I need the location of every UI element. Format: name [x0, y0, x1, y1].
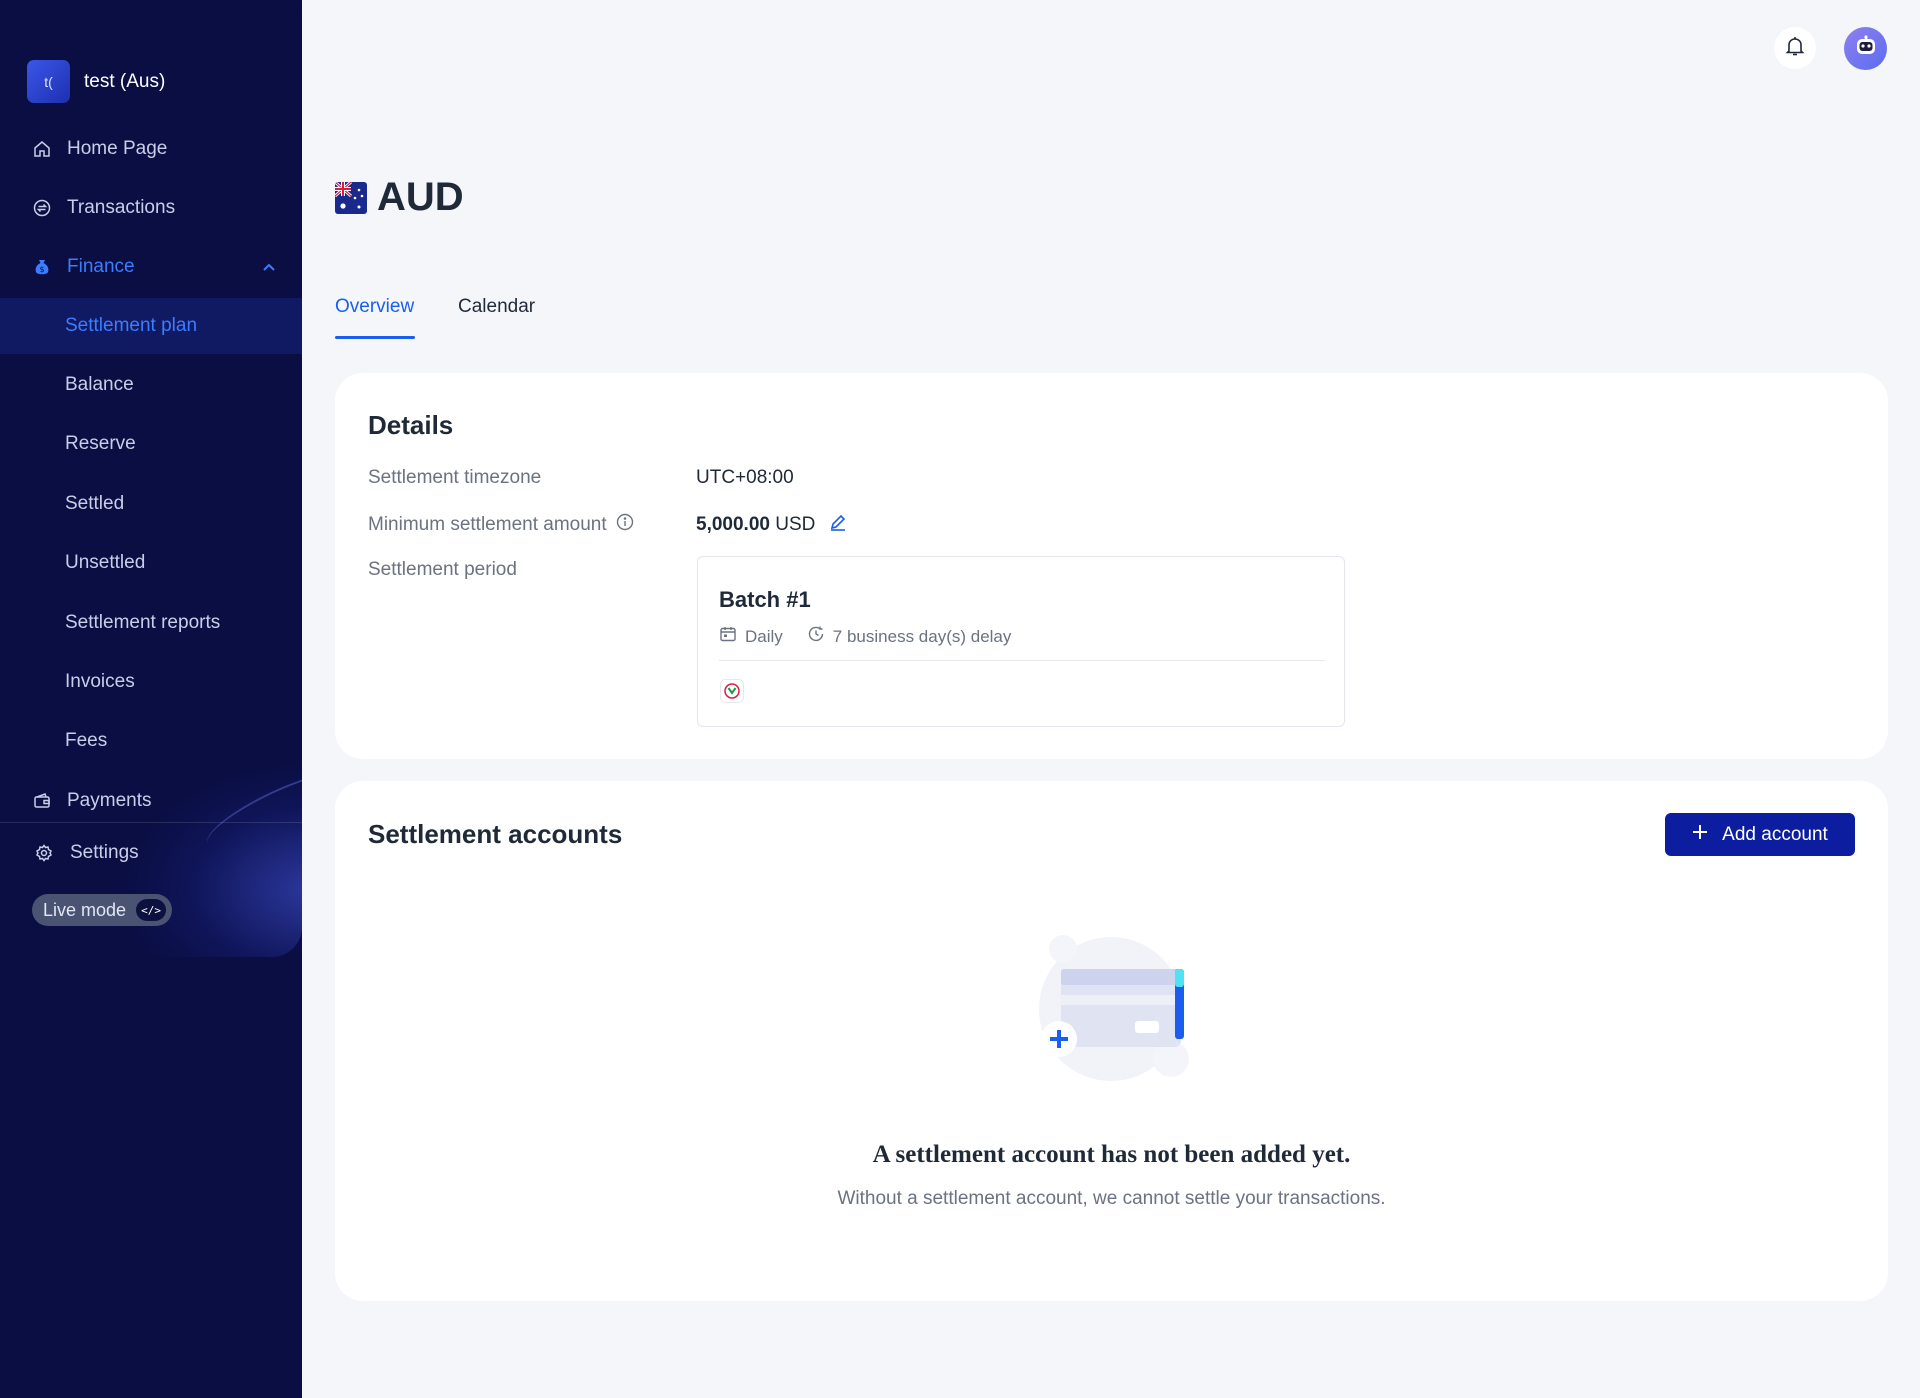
- batch-divider: [719, 660, 1325, 661]
- tab-calendar[interactable]: Calendar: [458, 296, 535, 318]
- sidebar-item-label: Balance: [65, 374, 134, 395]
- sidebar: t( test (Aus) Home Page Transactions $ F…: [0, 0, 302, 1398]
- australia-flag-icon: [335, 181, 367, 214]
- sidebar-item-settlement-plan[interactable]: Settlement plan: [0, 298, 302, 354]
- sidebar-item-settled[interactable]: Settled: [0, 476, 302, 532]
- min-amount-value: 5,000.00: [696, 514, 770, 536]
- clock-delay-icon: [807, 625, 825, 648]
- workspace-name: test (Aus): [84, 70, 166, 92]
- sidebar-item-label: Settlement plan: [65, 315, 198, 336]
- sidebar-item-payments[interactable]: Payments: [0, 773, 302, 829]
- currency-title: AUD: [377, 175, 464, 219]
- sidebar-item-label: Payments: [67, 790, 152, 811]
- details-card: Details Settlement timezone UTC+08:00 Mi…: [335, 373, 1888, 759]
- empty-state-title: A settlement account has not been added …: [872, 1141, 1351, 1168]
- sidebar-item-fees[interactable]: Fees: [0, 713, 302, 769]
- batch-meta: Daily 7 business day(s) delay: [719, 625, 1011, 648]
- min-amount-currency: USD: [775, 514, 816, 536]
- svg-text:$: $: [39, 265, 44, 274]
- settlement-accounts-card: Settlement accounts Add account A settle…: [335, 781, 1888, 1301]
- settlement-accounts-title: Settlement accounts: [368, 819, 623, 849]
- sidebar-item-settings[interactable]: Settings: [0, 825, 302, 881]
- empty-state-description: Without a settlement account, we cannot …: [837, 1188, 1386, 1209]
- code-icon: </>: [136, 899, 167, 921]
- batch-title: Batch #1: [719, 587, 811, 612]
- sidebar-item-balance[interactable]: Balance: [0, 357, 302, 413]
- transactions-icon: [32, 198, 52, 218]
- sidebar-item-label: Fees: [65, 730, 108, 751]
- sidebar-item-settlement-reports[interactable]: Settlement reports: [0, 595, 302, 651]
- sidebar-item-label: Invoices: [65, 671, 135, 692]
- empty-card-illustration: [1031, 929, 1201, 1089]
- sidebar-item-label: Reserve: [65, 433, 136, 454]
- tab-overview[interactable]: Overview: [335, 296, 414, 318]
- robot-avatar-icon: [1852, 32, 1880, 65]
- sidebar-item-label: Home Page: [67, 138, 168, 159]
- sidebar-item-label: Settled: [65, 493, 125, 514]
- edit-pencil-icon[interactable]: [829, 513, 847, 537]
- money-bag-icon: $: [32, 257, 52, 277]
- sidebar-panel: t( test (Aus) Home Page Transactions $ F…: [0, 0, 302, 957]
- sidebar-item-label: Finance: [67, 256, 135, 277]
- batch-card: Batch #1 Daily 7 business day(s) delay: [697, 556, 1345, 727]
- sidebar-item-label: Settlement reports: [65, 612, 221, 633]
- live-mode-toggle[interactable]: Live mode </>: [32, 894, 173, 926]
- sidebar-item-home[interactable]: Home Page: [0, 121, 302, 177]
- notifications-button[interactable]: [1774, 27, 1816, 69]
- workspace-logo: t(: [27, 60, 70, 103]
- period-label: Settlement period: [368, 559, 517, 580]
- sidebar-divider: [0, 822, 302, 823]
- workspace-switcher[interactable]: t( test (Aus): [27, 60, 165, 103]
- add-account-label: Add account: [1722, 823, 1828, 845]
- sidebar-item-transactions[interactable]: Transactions: [0, 180, 302, 236]
- active-tab-indicator: [335, 336, 415, 339]
- sidebar-item-label: Transactions: [67, 197, 176, 218]
- home-icon: [32, 139, 52, 159]
- timezone-value: UTC+08:00: [696, 467, 794, 488]
- batch-frequency: Daily: [745, 626, 783, 646]
- sidebar-item-label: Unsettled: [65, 552, 146, 573]
- add-account-button[interactable]: Add account: [1665, 813, 1855, 856]
- min-amount-value-row: 5,000.00 USD: [696, 513, 847, 537]
- details-title: Details: [368, 410, 454, 440]
- chevron-up-icon: [262, 259, 276, 275]
- min-amount-label: Minimum settlement amount: [368, 514, 607, 536]
- min-amount-label-row: Minimum settlement amount: [368, 513, 634, 537]
- sidebar-item-reserve[interactable]: Reserve: [0, 416, 302, 472]
- avatar[interactable]: [1844, 27, 1887, 70]
- batch-delay: 7 business day(s) delay: [832, 626, 1012, 646]
- calendar-icon: [719, 625, 737, 648]
- timezone-label: Settlement timezone: [368, 467, 542, 488]
- sidebar-item-finance[interactable]: $ Finance: [0, 239, 302, 295]
- bell-icon: [1784, 35, 1806, 62]
- wallet-icon: [32, 791, 52, 811]
- plus-icon: [1692, 824, 1708, 846]
- sidebar-item-label: Settings: [70, 842, 139, 863]
- payment-channel-icon: [720, 679, 744, 703]
- sidebar-item-invoices[interactable]: Invoices: [0, 654, 302, 710]
- gear-icon: [34, 843, 54, 863]
- sidebar-item-unsettled[interactable]: Unsettled: [0, 535, 302, 591]
- info-icon[interactable]: [616, 513, 634, 537]
- live-mode-label: Live mode: [43, 899, 127, 920]
- page-title: AUD: [335, 175, 464, 220]
